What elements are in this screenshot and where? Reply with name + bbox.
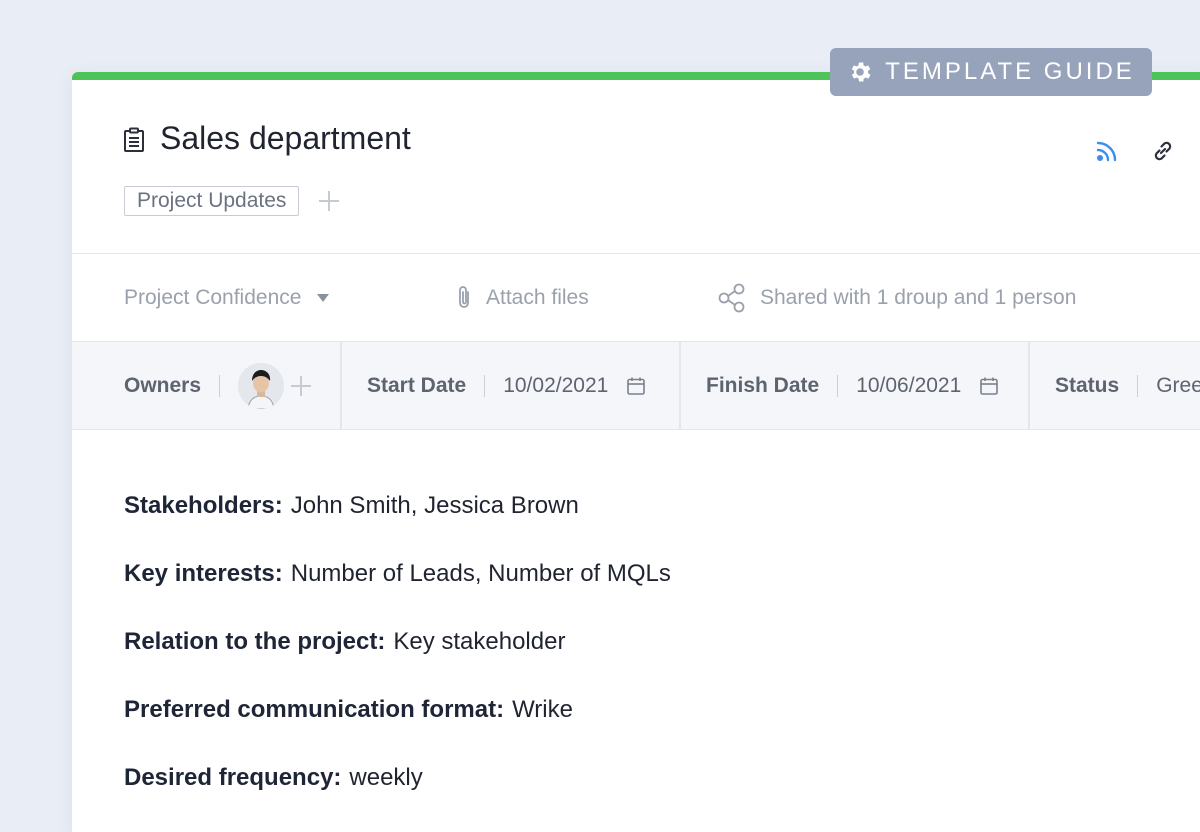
link-icon[interactable] <box>1150 138 1176 164</box>
caret-down-icon <box>317 294 330 302</box>
detail-key-interests: Key interests: Number of Leads, Number of… <box>124 560 671 628</box>
detail-label: Desired frequency: <box>124 764 342 791</box>
start-date-field[interactable]: Start Date 10/02/2021 <box>342 342 681 430</box>
share-icon <box>718 283 745 313</box>
attach-files-button[interactable]: Attach files <box>454 254 589 342</box>
detail-value: weekly <box>349 764 423 791</box>
task-header: Sales department Project Updates <box>72 80 1200 254</box>
detail-value: Key stakeholder <box>393 628 566 655</box>
template-guide-label: TEMPLATE GUIDE <box>885 58 1135 85</box>
document-icon <box>124 127 144 152</box>
fields-row: Owners Start Date 10/02/2021 Finish Date… <box>72 342 1200 430</box>
detail-stakeholders: Stakeholders: John Smith, Jessica Brown <box>124 492 671 560</box>
shared-with-label: Shared with 1 droup and 1 person <box>760 286 1077 309</box>
detail-label: Relation to the project: <box>124 628 386 655</box>
description-body[interactable]: Stakeholders: John Smith, Jessica Brown K… <box>124 492 671 832</box>
separator <box>484 375 486 397</box>
shared-with-button[interactable]: Shared with 1 droup and 1 person <box>716 254 1076 342</box>
person-avatar-icon <box>238 363 285 409</box>
tag-project-updates[interactable]: Project Updates <box>124 186 300 216</box>
detail-communication-format: Preferred communication format: Wrike <box>124 696 671 764</box>
rss-icon[interactable] <box>1094 138 1120 164</box>
separator <box>1137 375 1139 397</box>
add-owner-plus-icon[interactable] <box>290 375 312 397</box>
project-confidence-dropdown[interactable]: Project Confidence <box>124 254 330 342</box>
finish-date-label: Finish Date <box>706 374 820 397</box>
start-date-value[interactable]: 10/02/2021 <box>503 374 608 398</box>
calendar-icon[interactable] <box>626 376 646 396</box>
task-card: Sales department Project Updates Project… <box>72 72 1200 832</box>
detail-label: Preferred communication format: <box>124 696 505 723</box>
avatar[interactable] <box>238 363 285 409</box>
page-title[interactable]: Sales department <box>160 120 411 157</box>
detail-frequency: Desired frequency: weekly <box>124 764 671 832</box>
gear-icon <box>851 62 871 82</box>
finish-date-field[interactable]: Finish Date 10/06/2021 <box>681 342 1030 430</box>
project-confidence-label: Project Confidence <box>124 286 302 309</box>
attach-files-label: Attach files <box>486 286 589 309</box>
owners-label: Owners <box>124 374 202 397</box>
template-guide-badge[interactable]: TEMPLATE GUIDE <box>830 48 1152 96</box>
calendar-icon[interactable] <box>979 376 999 396</box>
detail-label: Stakeholders: <box>124 492 283 519</box>
separator <box>219 375 221 397</box>
separator <box>837 375 839 397</box>
start-date-label: Start Date <box>367 374 467 397</box>
status-field[interactable]: Status Gree <box>1030 342 1200 430</box>
status-value[interactable]: Gree <box>1156 374 1200 398</box>
detail-label: Key interests: <box>124 560 283 587</box>
status-label: Status <box>1055 374 1120 397</box>
detail-relation: Relation to the project: Key stakeholder <box>124 628 671 696</box>
detail-value: Number of Leads, Number of MQLs <box>290 560 671 587</box>
add-tag-plus-icon[interactable] <box>318 190 340 212</box>
detail-value: Wrike <box>512 696 573 723</box>
action-row: Project Confidence Attach files Shared w… <box>72 254 1200 342</box>
detail-value: John Smith, Jessica Brown <box>290 492 579 519</box>
finish-date-value[interactable]: 10/06/2021 <box>856 374 961 398</box>
owners-field: Owners <box>72 342 342 430</box>
paperclip-icon <box>459 286 469 308</box>
